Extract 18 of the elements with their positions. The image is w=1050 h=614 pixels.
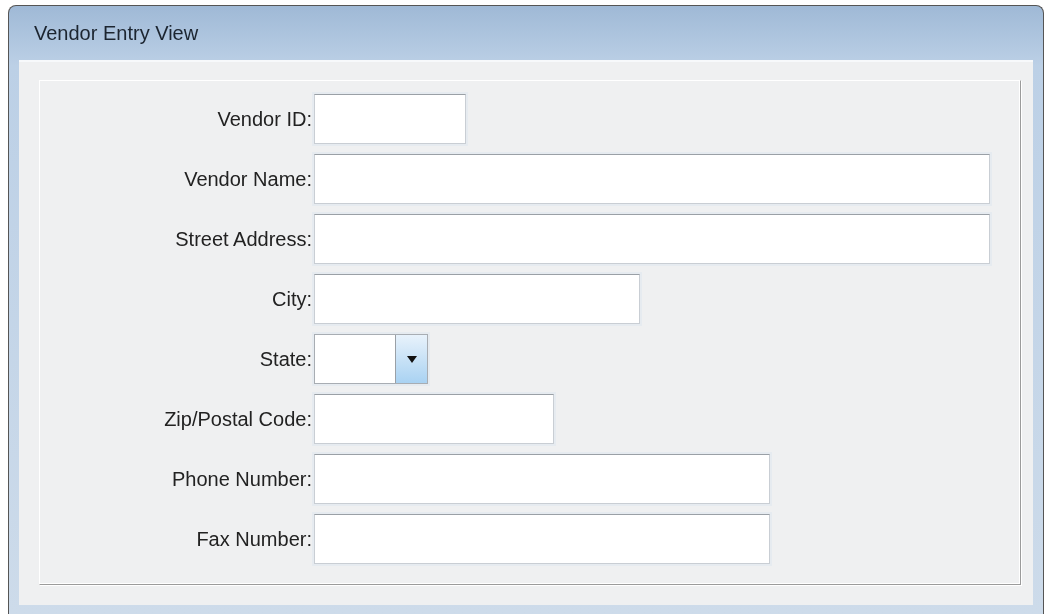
field-label: Street Address: (174, 227, 313, 251)
field-label: City: (271, 287, 313, 311)
text-field[interactable] (314, 274, 640, 324)
text-field[interactable] (314, 514, 770, 564)
text-field[interactable] (314, 154, 990, 204)
caret-icon (406, 355, 417, 363)
field-label: Zip/Postal Code: (163, 407, 313, 431)
field-label: Vendor ID: (216, 107, 313, 131)
field-label: Vendor Name: (183, 167, 313, 191)
field-label: Fax Number: (195, 527, 313, 551)
field-label: Phone Number: (170, 467, 313, 491)
text-field[interactable] (314, 394, 554, 444)
dropdown-button[interactable] (395, 335, 427, 383)
text-field[interactable] (314, 94, 466, 144)
text-field[interactable] (314, 214, 990, 264)
window-title: Vendor Entry View (33, 20, 200, 46)
text-field[interactable] (314, 454, 770, 504)
field-label: State: (258, 347, 313, 371)
